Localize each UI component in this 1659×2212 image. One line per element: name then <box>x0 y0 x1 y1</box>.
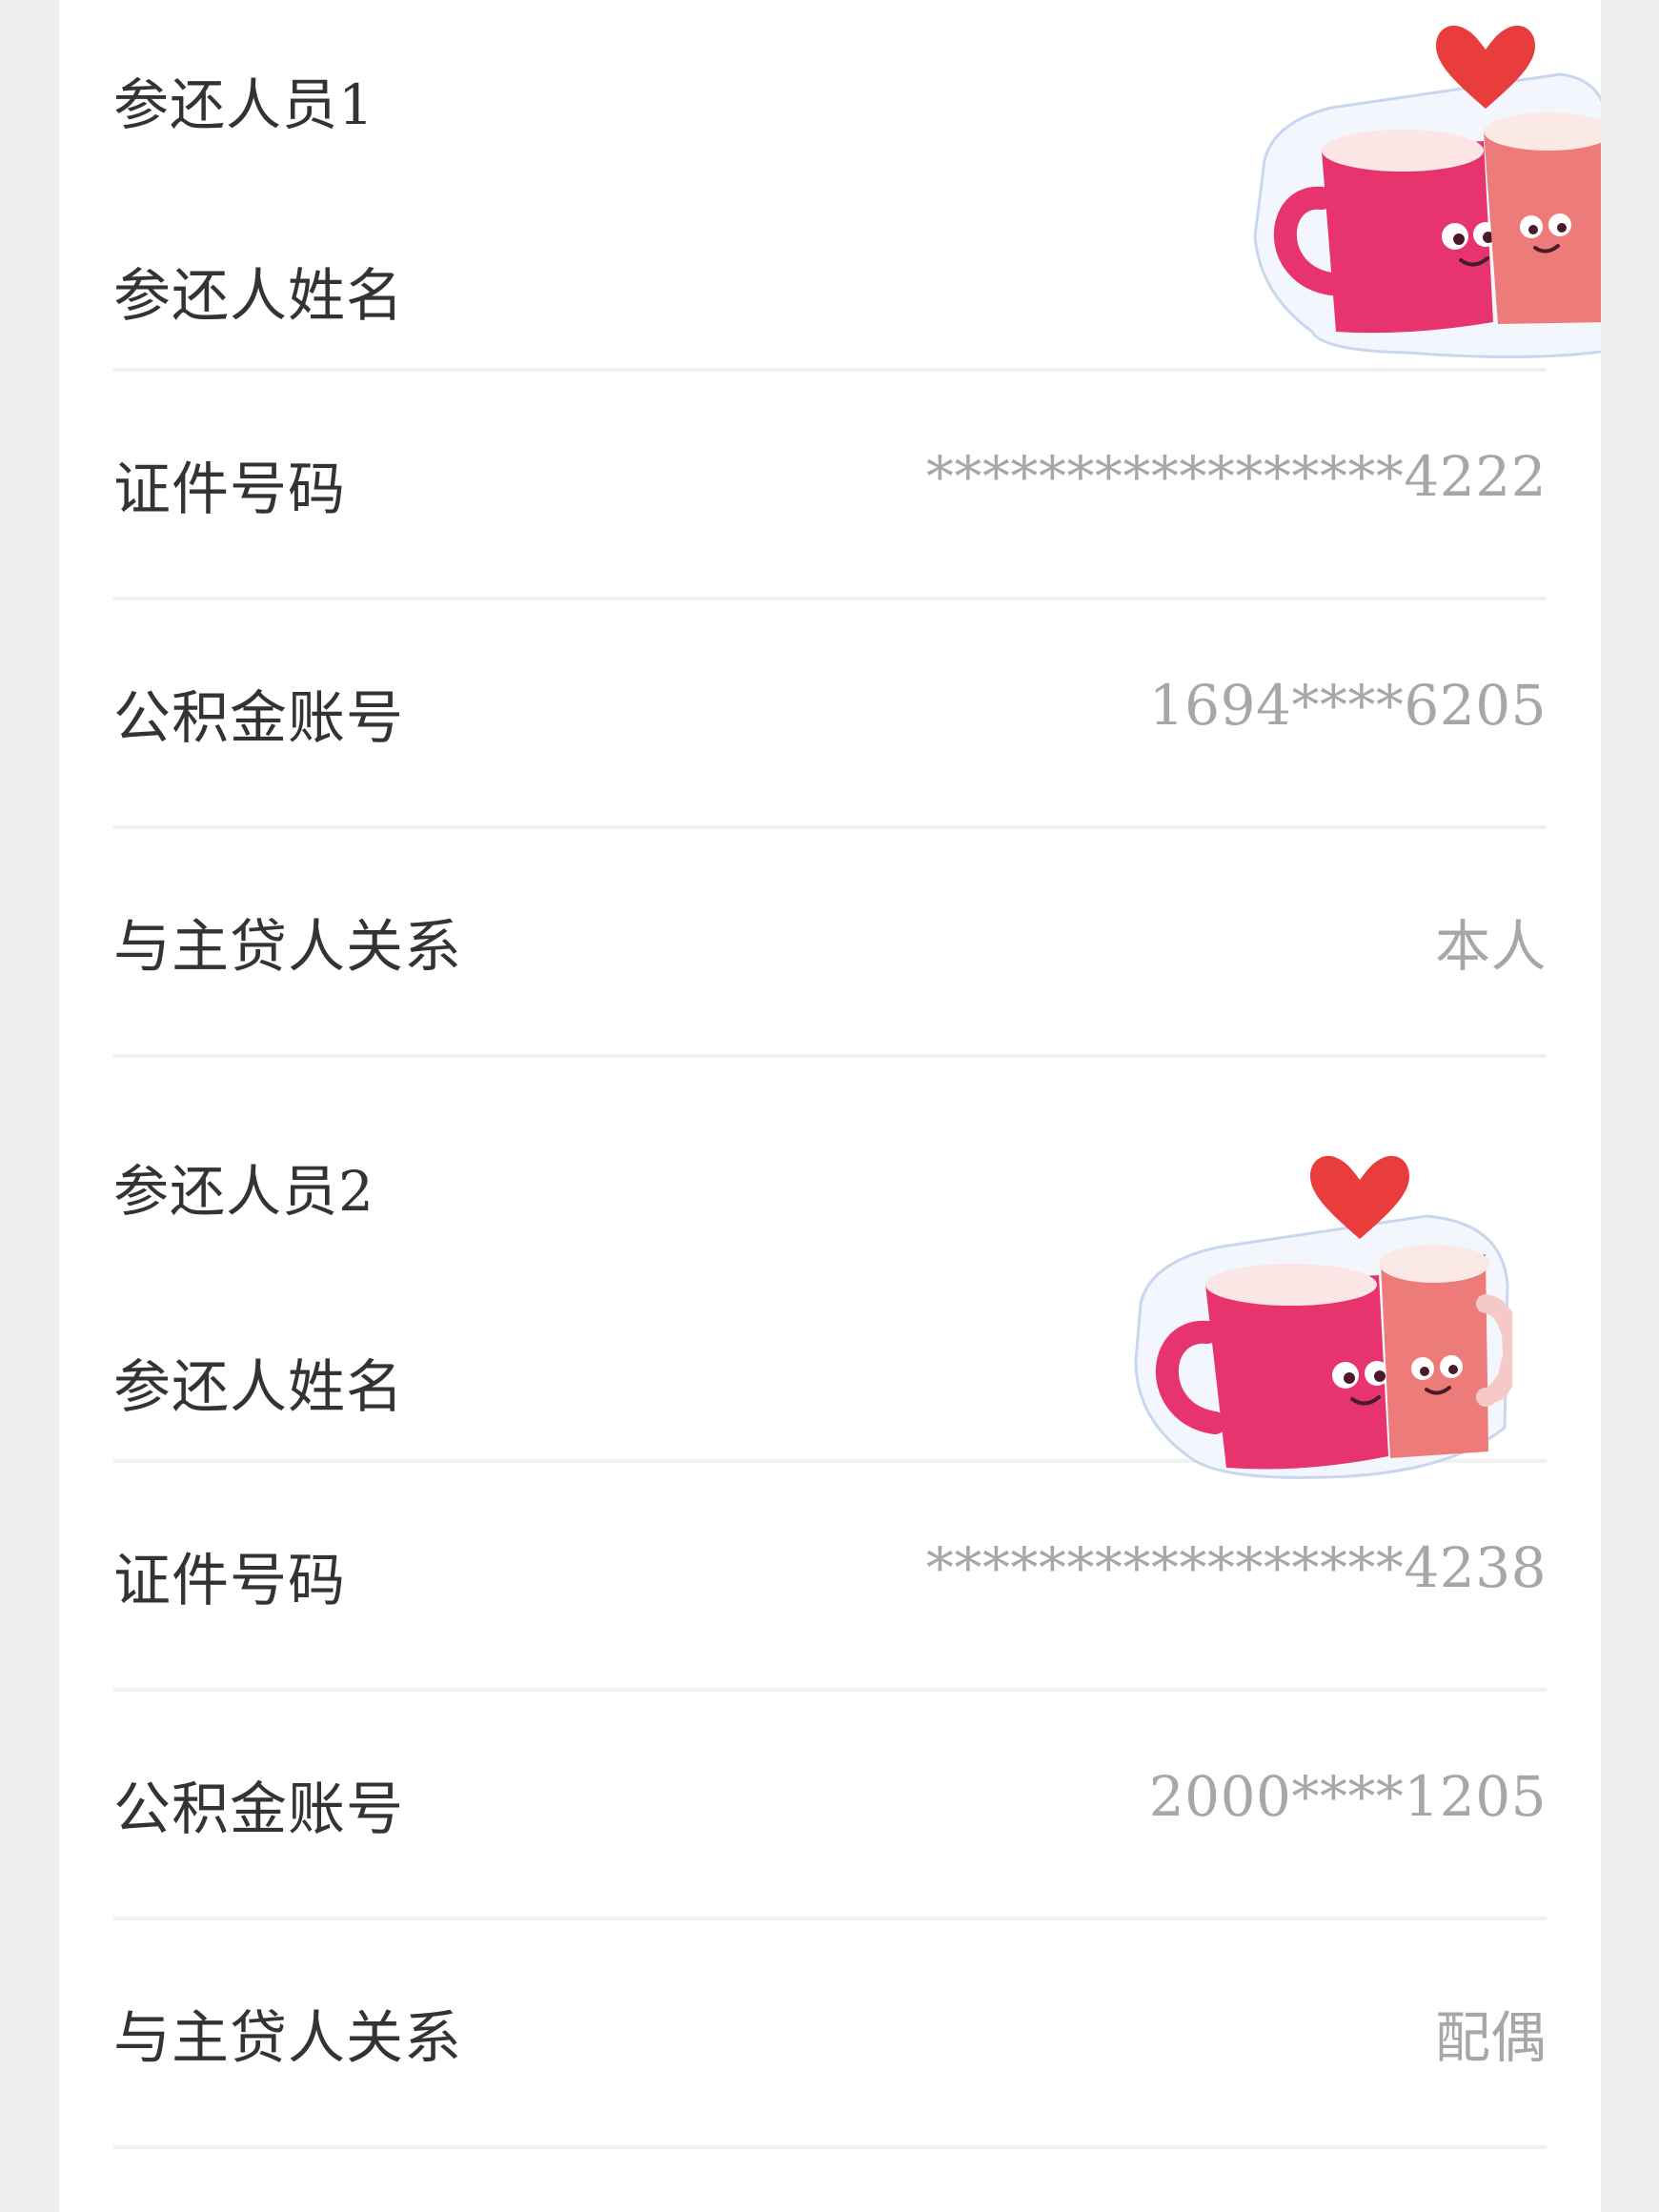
participant-2-id-value: *****************4238 <box>925 1535 1547 1600</box>
participant-2-name-row: 参还人姓名 <box>113 1306 1547 1463</box>
participant-2-account-value: 2000****1205 <box>1148 1764 1547 1829</box>
participant-1-id-row: 证件号码 *****************4222 <box>113 372 1547 600</box>
repayment-participants-card: 参还人员1 参还人姓名 证件号码 *****************4222 公… <box>59 0 1601 2212</box>
participant-1-title: 参还人员1 <box>113 72 374 137</box>
participant-1-relation-value: 本人 <box>1434 914 1547 979</box>
participant-1-name-label: 参还人姓名 <box>113 263 404 330</box>
participant-2-relation-row: 与主贷人关系 配偶 <box>113 1920 1547 2149</box>
participant-1-name-row: 参还人姓名 <box>113 214 1547 372</box>
participant-2-name-label: 参还人姓名 <box>113 1354 404 1421</box>
participant-1-relation-label: 与主贷人关系 <box>113 913 462 981</box>
participant-2-account-row: 公积金账号 2000****1205 <box>113 1692 1547 1920</box>
participant-2-relation-value: 配偶 <box>1434 2005 1547 2070</box>
participant-1-relation-row: 与主贷人关系 本人 <box>113 829 1547 1058</box>
participant-2-account-label: 公积金账号 <box>113 1776 404 1843</box>
participant-2-id-label: 证件号码 <box>113 1547 346 1614</box>
participant-1-account-label: 公积金账号 <box>113 684 404 752</box>
participant-1-id-label: 证件号码 <box>113 456 346 523</box>
participant-2-relation-label: 与主贷人关系 <box>113 2004 462 2072</box>
participant-2-id-row: 证件号码 *****************4238 <box>113 1463 1547 1692</box>
participant-2-title: 参还人员2 <box>113 1159 374 1224</box>
participant-1-account-value: 1694****6205 <box>1148 673 1547 738</box>
participant-1-account-row: 公积金账号 1694****6205 <box>113 600 1547 829</box>
participant-1-id-value: *****************4222 <box>925 444 1547 509</box>
